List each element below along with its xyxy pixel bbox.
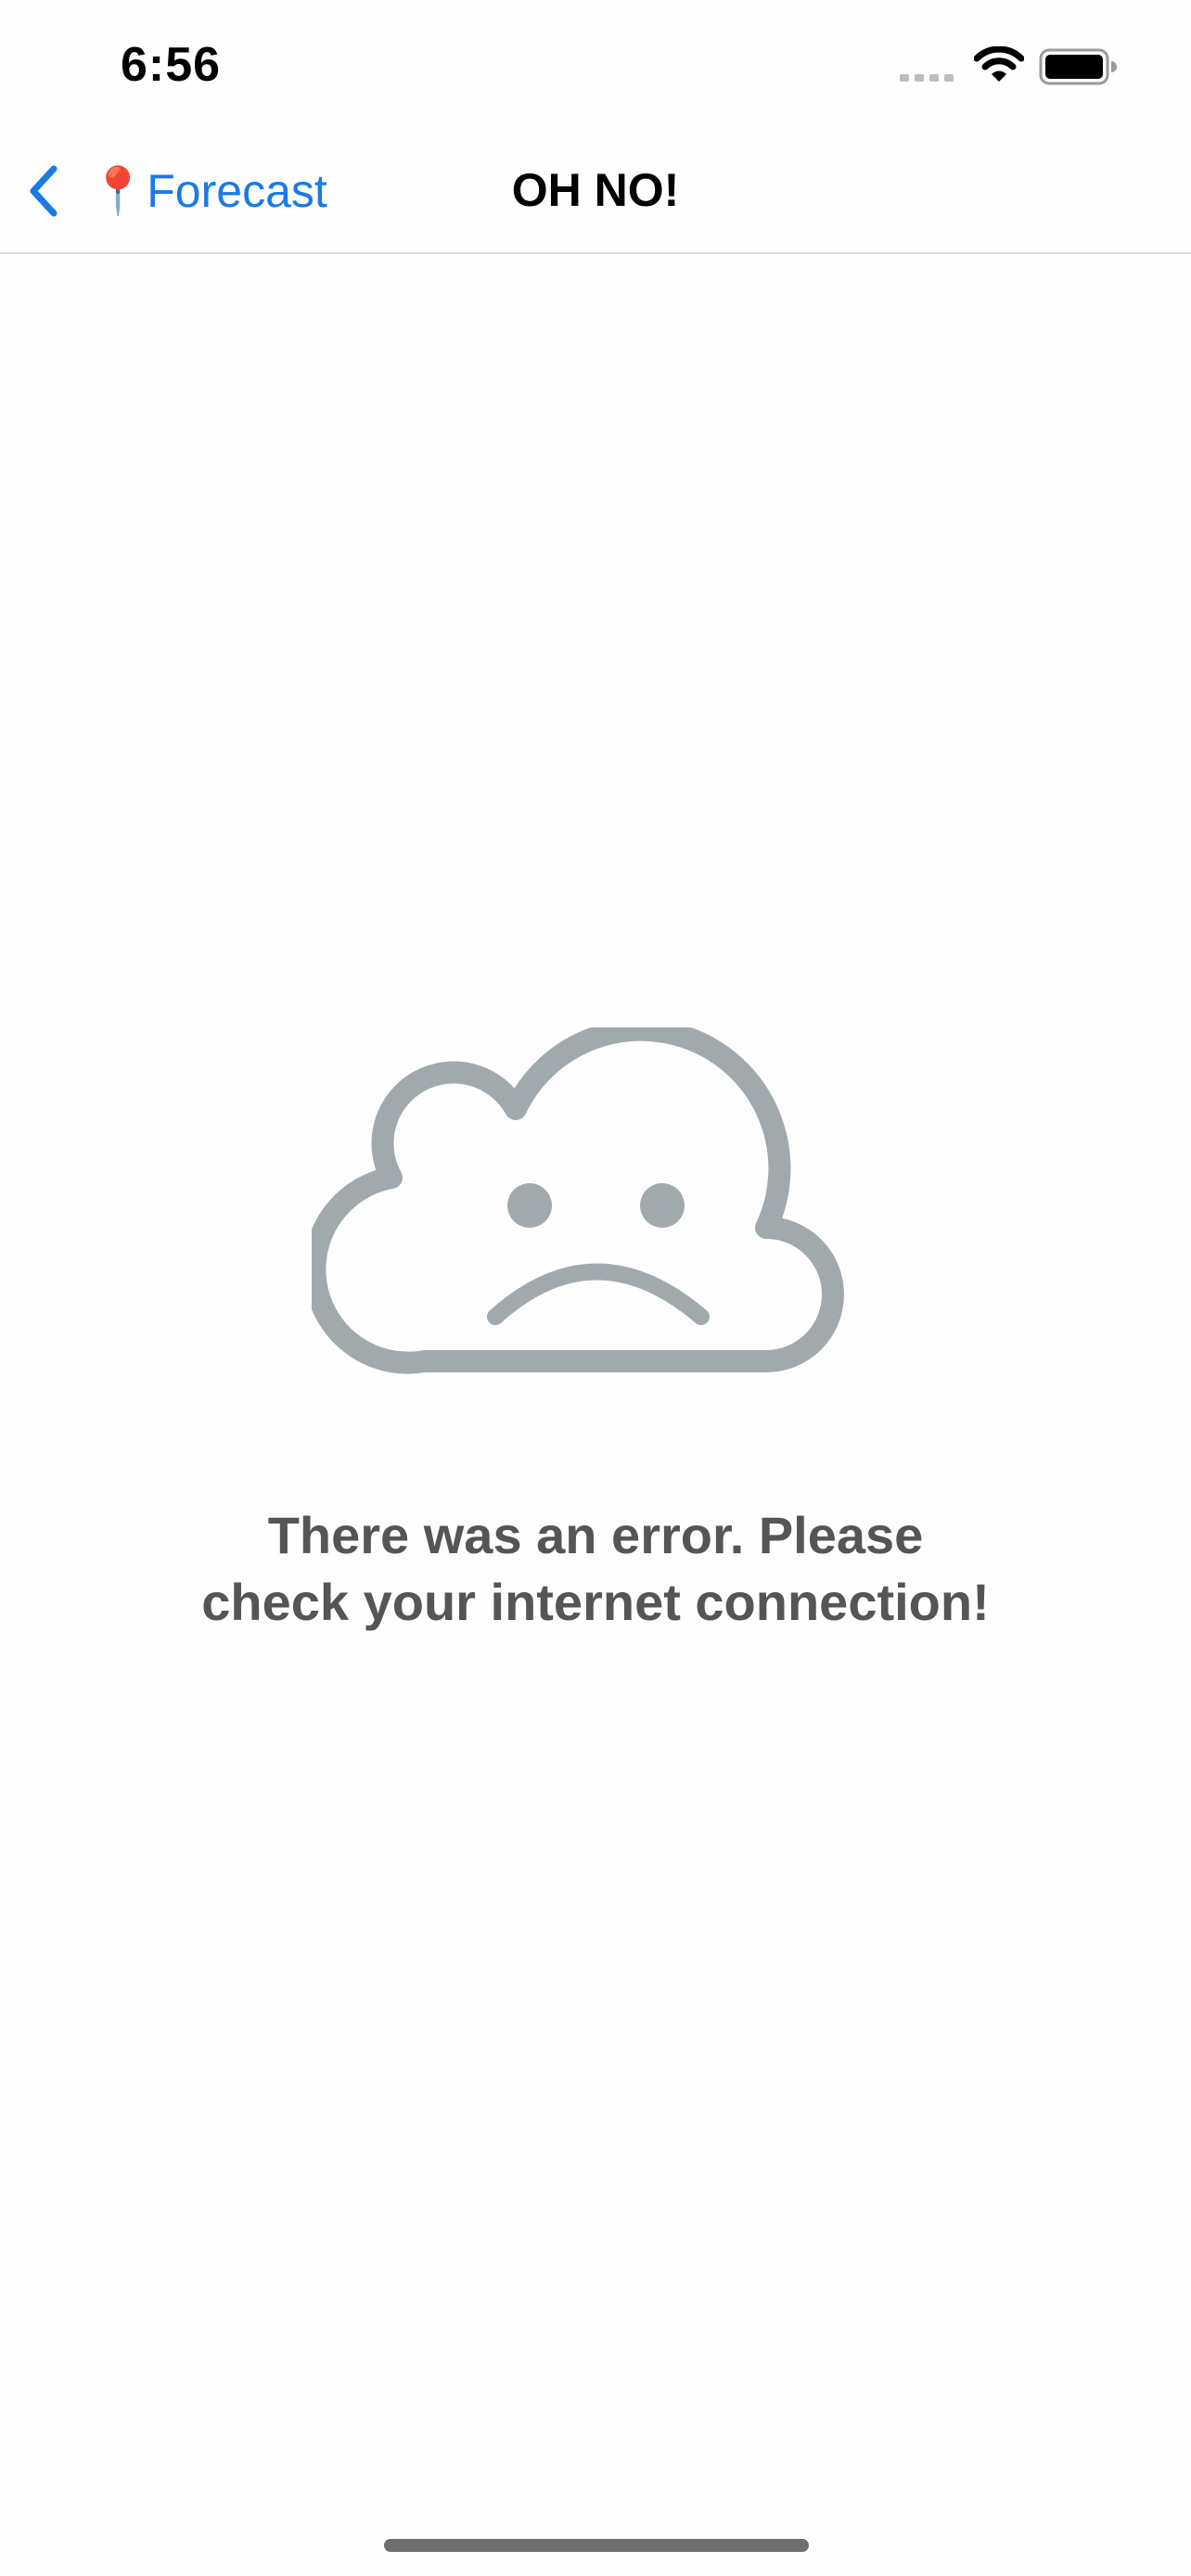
battery-icon xyxy=(1039,48,1117,85)
sad-cloud-icon xyxy=(312,1027,844,1374)
error-message-line-2: check your internet connection! xyxy=(201,1573,990,1631)
home-indicator[interactable] xyxy=(384,2539,809,2552)
status-time: 6:56 xyxy=(121,38,222,92)
status-bar: 6:56 xyxy=(0,0,1191,130)
wifi-icon xyxy=(974,46,1024,82)
error-message-line-1: There was an error. Please xyxy=(267,1506,924,1564)
navigation-bar: 📍Forecast OH NO! xyxy=(0,130,1191,254)
cellular-signal-icon xyxy=(900,74,954,82)
error-message: There was an error. Please check your in… xyxy=(132,1502,1059,1636)
page-title: OH NO! xyxy=(511,164,680,216)
